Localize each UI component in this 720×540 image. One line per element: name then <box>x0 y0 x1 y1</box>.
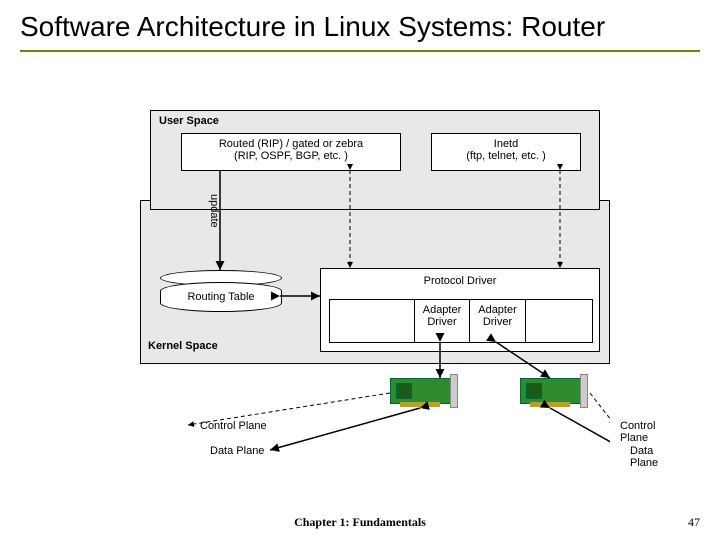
routed-line1: Routed (RIP) / gated or zebra <box>182 138 400 150</box>
adapter1-line2: Driver <box>415 316 469 328</box>
nic-edge-icon <box>530 402 570 407</box>
diagram: User Space Routed (RIP) / gated or zebra… <box>140 110 610 425</box>
slide-title: Software Architecture in Linux Systems: … <box>20 10 700 44</box>
footer-page-number: 47 <box>688 515 700 530</box>
nic-chip-icon <box>396 383 412 399</box>
nic-edge-icon <box>400 402 440 407</box>
title-underline <box>20 50 700 52</box>
update-label: update <box>208 194 220 228</box>
kernel-space-label: Kernel Space <box>148 340 218 352</box>
inetd-line1: Inetd <box>432 138 580 150</box>
inetd-box: Inetd (ftp, telnet, etc. ) <box>431 133 581 171</box>
protocol-driver-label: Protocol Driver <box>321 275 599 287</box>
adapter-driver-2: Adapter Driver <box>470 300 526 342</box>
adapter1-line1: Adapter <box>415 304 469 316</box>
routed-box: Routed (RIP) / gated or zebra (RIP, OSPF… <box>181 133 401 171</box>
control-plane-label-right: Control Plane <box>620 420 655 444</box>
protocol-driver-inner: Adapter Driver Adapter Driver <box>329 299 593 343</box>
routed-line2: (RIP, OSPF, BGP, etc. ) <box>182 150 400 162</box>
nic-bracket-icon <box>450 374 458 408</box>
data-plane-label-left: Data Plane <box>210 445 264 457</box>
nic-1 <box>390 378 460 408</box>
routing-table: Routing Table <box>160 282 282 312</box>
inetd-line2: (ftp, telnet, etc. ) <box>432 150 580 162</box>
protocol-driver-box: Protocol Driver Adapter Driver Adapter D… <box>320 268 600 352</box>
data-plane-label-right: Data Plane <box>630 445 658 469</box>
adapter2-line2: Driver <box>470 316 525 328</box>
adapter2-line1: Adapter <box>470 304 525 316</box>
adapter-driver-1: Adapter Driver <box>414 300 470 342</box>
nic-2 <box>520 378 590 408</box>
user-space-label: User Space <box>159 115 219 127</box>
control-plane-label-left: Control Plane <box>200 420 267 432</box>
nic-bracket-icon <box>580 374 588 408</box>
footer-chapter: Chapter 1: Fundamentals <box>0 515 720 530</box>
nic-chip-icon <box>526 383 542 399</box>
